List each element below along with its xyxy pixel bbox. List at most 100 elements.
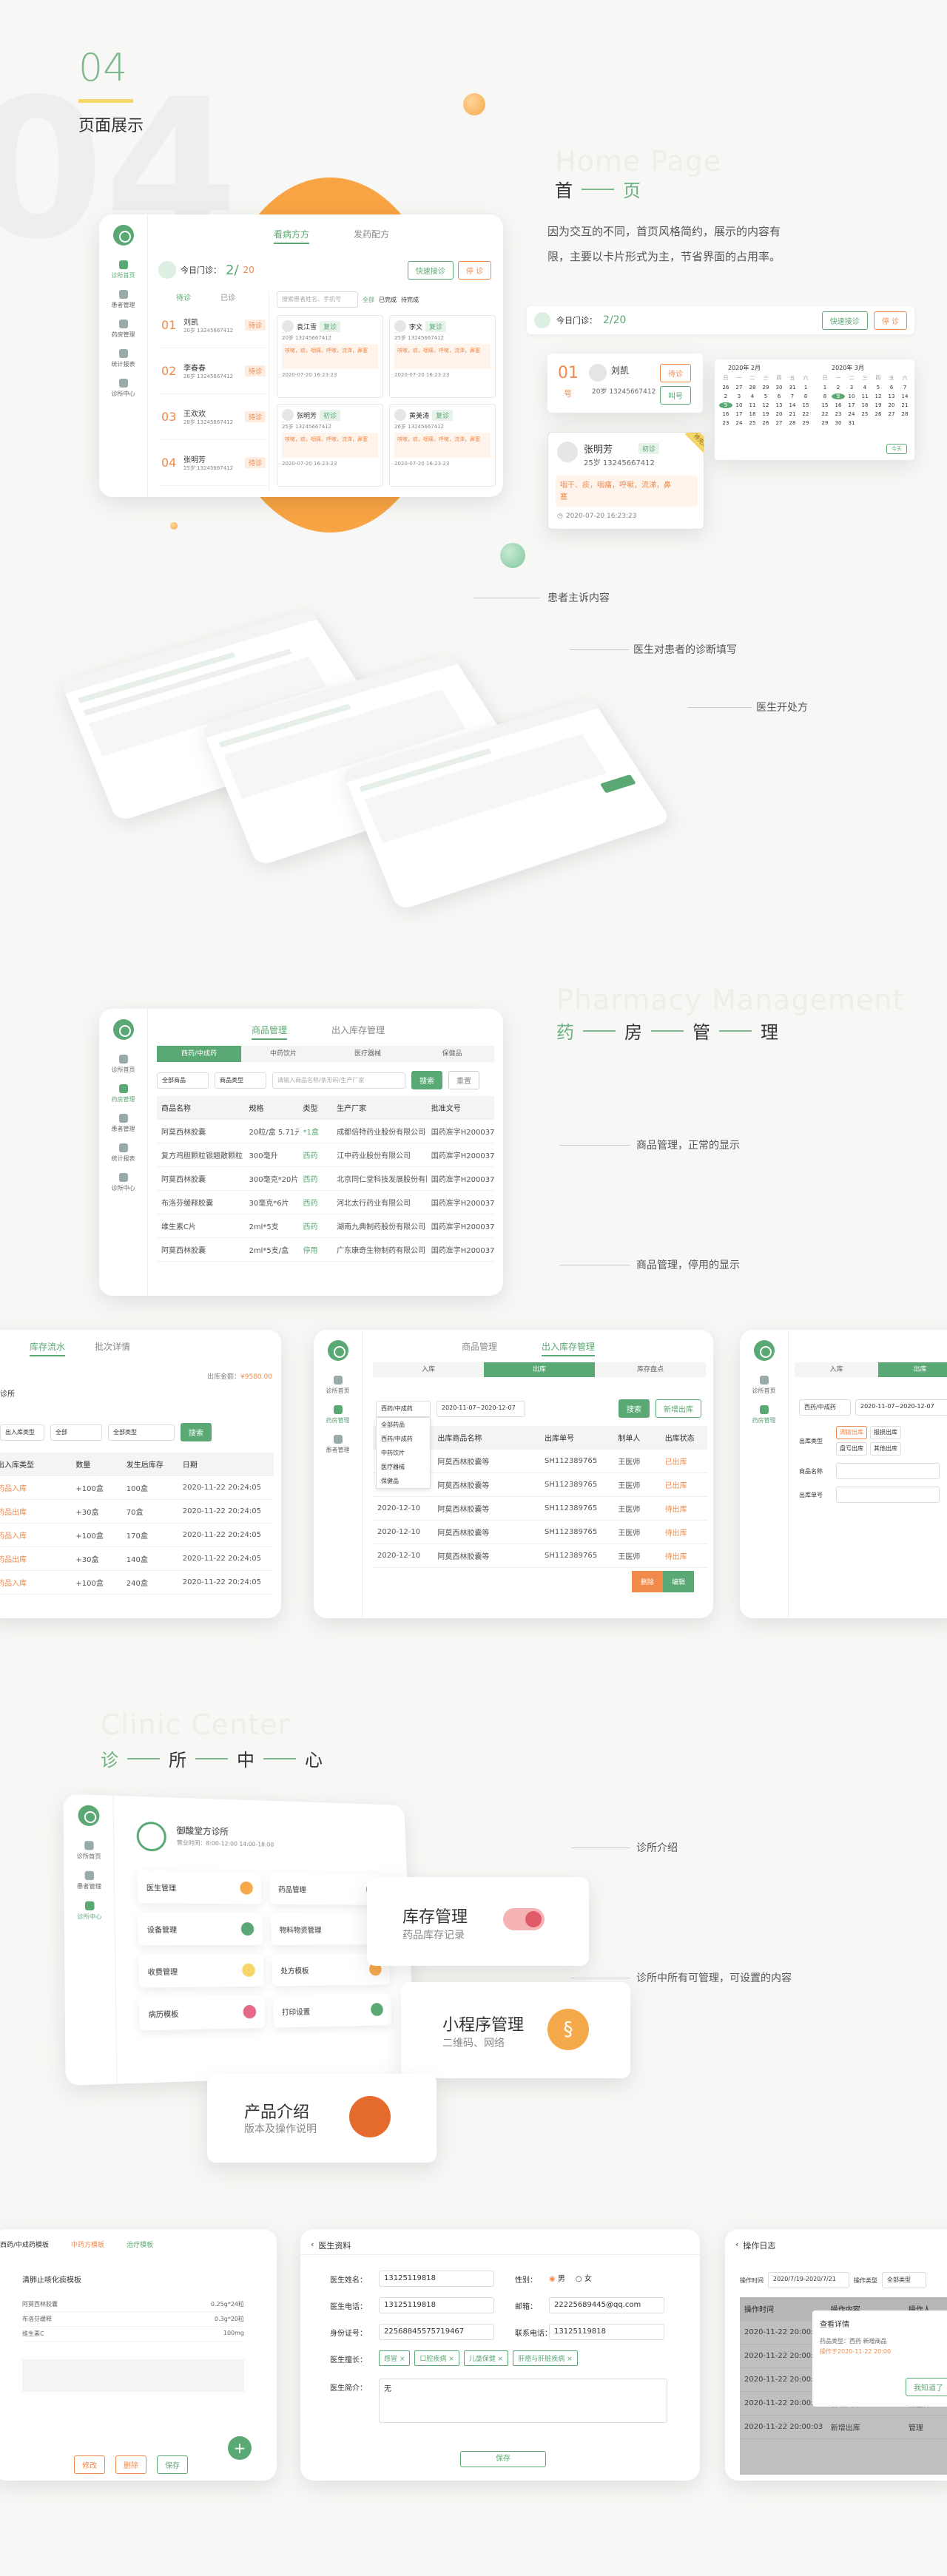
subtab-in[interactable]: 入库: [373, 1362, 484, 1377]
calendar-day[interactable]: 27: [732, 385, 746, 391]
specialty-tag[interactable]: 口腔疾病 ×: [414, 2350, 459, 2366]
filter-all[interactable]: 全部: [363, 296, 374, 304]
calendar-day[interactable]: 26: [759, 420, 772, 426]
table-row[interactable]: 维生素C片 2ml*5支 西药 湖南九典制药股份有限公司国药准字H20003795: [157, 1214, 494, 1238]
sidebar-item-home[interactable]: 诊所首页: [314, 1376, 362, 1395]
back-icon[interactable]: ‹: [311, 2239, 314, 2251]
table-row[interactable]: 复方鸡胆颗粒银翘散颗粒 300毫升 西药 江中药业股份有限公司 国药准字H2000379…: [157, 1143, 494, 1167]
sidebar-item-pharmacy[interactable]: 药房管理: [99, 320, 147, 339]
calendar-day[interactable]: 8: [799, 393, 812, 399]
table-row[interactable]: 阿莫西林胶囊 20粒/盒 5.71元 *1盒 成都倍特药业股份有限公司 国药准字H200…: [157, 1120, 494, 1143]
sidebar-item-home[interactable]: 诊所首页: [99, 260, 147, 280]
input-email[interactable]: 22225689445@qq.com: [549, 2297, 664, 2313]
calendar-day[interactable]: 10: [845, 393, 858, 399]
tab-goods[interactable]: 商品管理: [462, 1340, 497, 1356]
clinic-small-tile[interactable]: 收费管理: [138, 1953, 264, 1988]
pharmacy-search-button[interactable]: 搜索: [411, 1071, 442, 1089]
radio-female[interactable]: ○ 女: [576, 2272, 592, 2283]
sidebar-item-stats[interactable]: 统计报表: [99, 349, 147, 368]
input-contact[interactable]: 13125119818: [549, 2324, 664, 2340]
filter-goods-select[interactable]: 全部商品: [157, 1072, 209, 1089]
calendar-day[interactable]: 13: [885, 393, 898, 399]
subtab-in[interactable]: 入库: [795, 1362, 878, 1377]
detail-fast-button[interactable]: 快速接诊: [821, 311, 868, 330]
sidebar-item-clinic[interactable]: 诊所中心: [99, 379, 147, 398]
calendar-day[interactable]: 19: [872, 402, 885, 408]
table-row[interactable]: 药品入库 +100盒 100盒 2020-11-22 20:24:05: [0, 1476, 274, 1500]
calendar-day[interactable]: 2: [832, 385, 845, 391]
add-stock-out-button[interactable]: 新增出库: [656, 1399, 701, 1418]
table-row[interactable]: 药品入库 +100盒 240盒 2020-11-22 20:24:05: [0, 1571, 274, 1595]
recipe-tab-herbal[interactable]: 中药方模板: [71, 2239, 104, 2249]
table-row[interactable]: 布洛芬缓释胶囊 30毫克*6片 西药 河北太行药业有限公司 国药准字H20003795: [157, 1191, 494, 1214]
calendar-day[interactable]: 4: [858, 385, 872, 391]
queue-state-badge[interactable]: 待诊: [244, 365, 266, 376]
calendar-day[interactable]: 27: [885, 411, 898, 417]
calendar-day[interactable]: 8: [818, 393, 832, 399]
calendar-day[interactable]: 11: [858, 393, 872, 399]
tile-inventory[interactable]: 库存管理 药品库存记录: [367, 1877, 589, 1966]
stock-search-button[interactable]: 搜索: [181, 1423, 212, 1441]
clinic-small-tile[interactable]: 打印设置: [272, 1993, 392, 2028]
recipe-delete-button[interactable]: 删除: [115, 2455, 146, 2474]
input-intro[interactable]: 无: [379, 2379, 667, 2423]
specialty-tag[interactable]: 儿童保健 ×: [463, 2350, 509, 2366]
stop-consult-button[interactable]: 停 诊: [457, 260, 491, 280]
input-name[interactable]: 13125119818: [379, 2271, 494, 2287]
dropdown-option[interactable]: 医疗器械: [377, 1460, 430, 1474]
calendar-today-button[interactable]: 今天: [886, 444, 907, 454]
tile-product[interactable]: 产品介绍 版本及操作说明: [207, 2074, 437, 2163]
input-phone[interactable]: 13125119818: [379, 2297, 494, 2313]
calendar-day[interactable]: 21: [786, 411, 799, 417]
calendar-day[interactable]: 26: [872, 411, 885, 417]
calendar-day[interactable]: 10: [732, 402, 746, 408]
clinic-small-tile[interactable]: 医生管理: [137, 1870, 262, 1904]
tile-miniprogram[interactable]: 小程序管理 二维码、网络 §: [401, 1982, 630, 2078]
calendar-day[interactable]: 30: [832, 420, 845, 426]
queue-item[interactable]: 03 王欢欢 28岁 13245667412 待诊: [158, 394, 269, 440]
form-drug-type-select[interactable]: 西药/中成药: [799, 1399, 851, 1416]
queue-state-badge[interactable]: 待诊: [244, 457, 266, 468]
tab-stock-flow[interactable]: 库存流水: [30, 1340, 66, 1356]
subtab-out[interactable]: 出库: [878, 1362, 947, 1377]
patient-card[interactable]: 黄美涛 复诊 26岁 13245667412 咳嗽，痰，咽痛，呼嗽，流涕，鼻塞 2020…: [389, 404, 496, 487]
stock-out-search-button[interactable]: 搜索: [619, 1399, 650, 1418]
calendar-day[interactable]: 29: [818, 420, 832, 426]
calendar-day[interactable]: 7: [898, 385, 911, 391]
calendar-day[interactable]: 22: [799, 411, 812, 417]
calendar-day[interactable]: 3: [732, 393, 746, 399]
subtab-western[interactable]: 西药/中成药: [157, 1046, 241, 1062]
filter-wait[interactable]: 待完成: [401, 296, 419, 304]
drug-type-select[interactable]: 西药/中成药: [376, 1400, 431, 1417]
calendar-day[interactable]: 25: [746, 420, 759, 426]
calendar-day[interactable]: 15: [818, 402, 832, 408]
subtab-device[interactable]: 医疗器械: [326, 1046, 410, 1062]
stock-all-types-select[interactable]: 全部类型: [108, 1424, 175, 1441]
table-row[interactable]: 药品入库 +100盒 170盒 2020-11-22 20:24:05: [0, 1524, 274, 1547]
subtab-out[interactable]: 出库: [484, 1362, 595, 1377]
patient-card[interactable]: 袁江雪 复诊 20岁 13245667412 咳嗽，痰，咽痛，呼嗽，流涕，鼻塞 2020…: [277, 315, 383, 398]
calendar-day[interactable]: 22: [818, 411, 832, 417]
calendar-day[interactable]: 24: [845, 411, 858, 417]
calendar-day[interactable]: 1: [799, 385, 812, 391]
calendar-day[interactable]: 5: [872, 385, 885, 391]
calendar-day[interactable]: 21: [898, 402, 911, 408]
sidebar-item-home[interactable]: 诊所首页: [99, 1055, 147, 1074]
filter-type-select[interactable]: 商品类型: [215, 1072, 266, 1089]
date-range-input[interactable]: 2020-11-07~2020-12-07: [437, 1400, 525, 1417]
tab-batch[interactable]: 批次详情: [95, 1340, 130, 1356]
tab-stock[interactable]: 出入库存管理: [542, 1340, 596, 1356]
calendar-day[interactable]: 2: [719, 393, 732, 399]
calendar-day[interactable]: 16: [832, 402, 845, 408]
stock-type-select[interactable]: 出入库类型: [0, 1424, 44, 1441]
form-date-range[interactable]: 2020-11-07~2020-12-07: [855, 1399, 947, 1416]
subtab-check[interactable]: 库存盘点: [595, 1362, 706, 1377]
calendar-day[interactable]: 17: [845, 402, 858, 408]
log-date-range[interactable]: 2020/7/19-2020/7/21: [768, 2272, 849, 2288]
calendar-day[interactable]: 6: [772, 393, 786, 399]
calendar-day[interactable]: 17: [732, 411, 746, 417]
sidebar-item-pharmacy[interactable]: 药房管理: [99, 1084, 147, 1103]
queue-tab-done[interactable]: 已诊: [220, 291, 235, 302]
calendar-day[interactable]: 30: [772, 385, 786, 391]
queue-item[interactable]: 02 李春春 26岁 13245667412 待诊: [158, 348, 269, 394]
